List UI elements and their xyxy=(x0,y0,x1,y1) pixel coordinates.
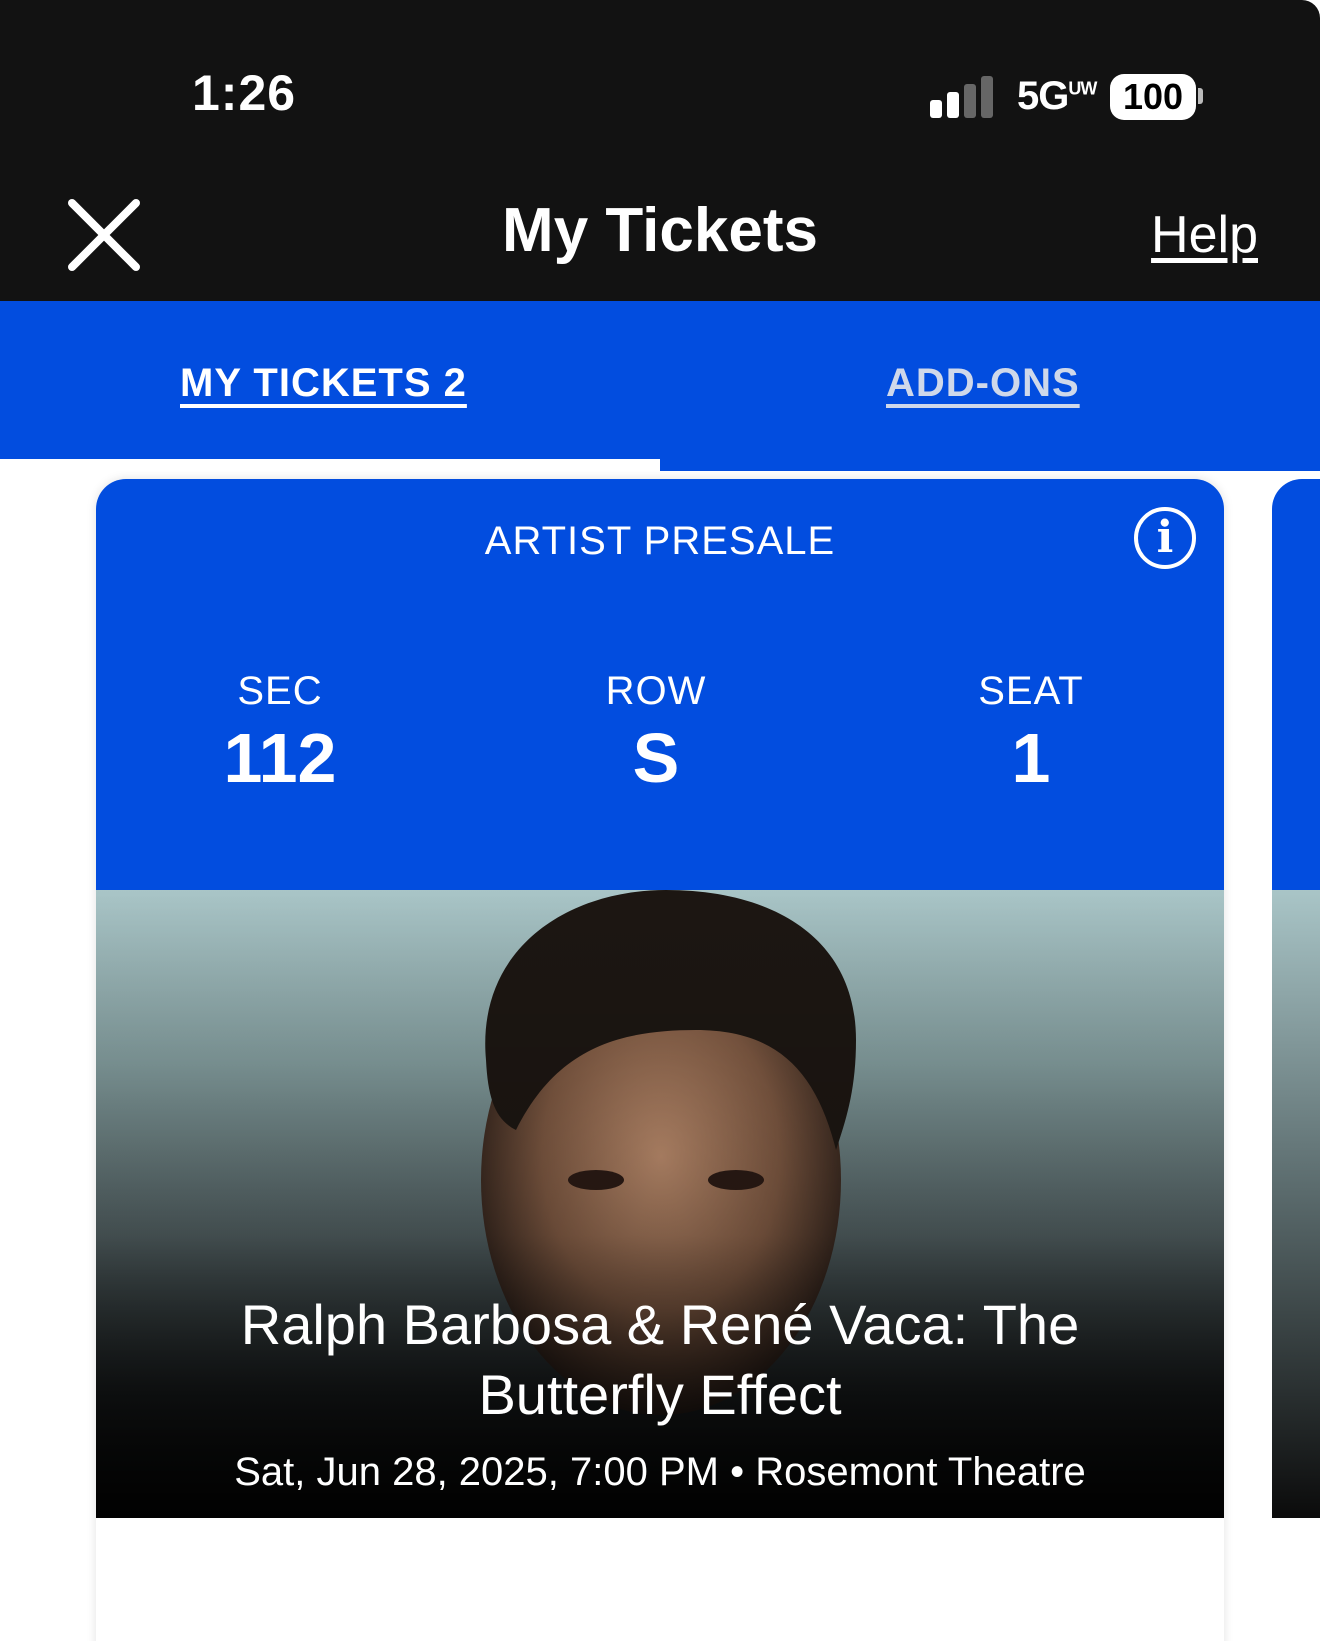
info-icon[interactable]: i xyxy=(1134,507,1196,569)
next-ticket-card-peek[interactable] xyxy=(1272,479,1320,1519)
tab-add-ons[interactable]: ADD-ONS xyxy=(886,361,1080,406)
section-value: 112 xyxy=(223,719,337,797)
tab-bar: MY TICKETS 2 ADD-ONS xyxy=(0,301,1320,471)
ticket-card[interactable]: ARTIST PRESALE i SEC 112 ROW S SEAT 1 Ra… xyxy=(96,479,1224,1641)
signal-strength-icon xyxy=(930,76,993,118)
presale-label: ARTIST PRESALE xyxy=(484,519,836,563)
tab-my-tickets[interactable]: MY TICKETS 2 xyxy=(180,361,467,406)
active-tab-indicator xyxy=(0,459,660,471)
event-date-venue: Sat, Jun 28, 2025, 7:00 PM • Rosemont Th… xyxy=(234,1450,1086,1494)
page-title: My Tickets xyxy=(502,196,818,265)
status-bar: 1:26 5GUW 100 xyxy=(0,0,1320,165)
ticket-card-body xyxy=(96,1518,1224,1641)
seat-label: SEAT xyxy=(978,669,1084,713)
battery-cap xyxy=(1198,88,1203,104)
help-link[interactable]: Help xyxy=(1151,205,1258,265)
network-indicator: 5GUW xyxy=(1017,74,1097,119)
tickets-carousel[interactable]: ARTIST PRESALE i SEC 112 ROW S SEAT 1 Ra… xyxy=(0,471,1320,1641)
row-value: S xyxy=(632,719,680,797)
network-suffix: UW xyxy=(1068,78,1097,99)
status-time: 1:26 xyxy=(192,65,297,121)
next-ticket-card-header xyxy=(1272,479,1320,890)
section-label: SEC xyxy=(237,669,323,713)
ticket-card-header: ARTIST PRESALE i SEC 112 ROW S SEAT 1 xyxy=(96,479,1224,890)
row-label: ROW xyxy=(605,669,707,713)
event-title: Ralph Barbosa & René Vaca: The Butterfly… xyxy=(240,1293,1080,1426)
event-image: Ralph Barbosa & René Vaca: The Butterfly… xyxy=(96,890,1224,1518)
battery-level: 100 xyxy=(1122,76,1184,117)
row-info: ROW S xyxy=(536,669,776,798)
app-header: My Tickets Help xyxy=(0,165,1320,301)
next-ticket-card-image xyxy=(1272,890,1320,1518)
seat-value: 1 xyxy=(1011,719,1051,797)
section-info: SEC 112 xyxy=(160,669,400,798)
seat-info: SEAT 1 xyxy=(911,669,1151,798)
battery-icon: 100 xyxy=(1110,74,1196,120)
network-type: 5G xyxy=(1017,74,1069,118)
